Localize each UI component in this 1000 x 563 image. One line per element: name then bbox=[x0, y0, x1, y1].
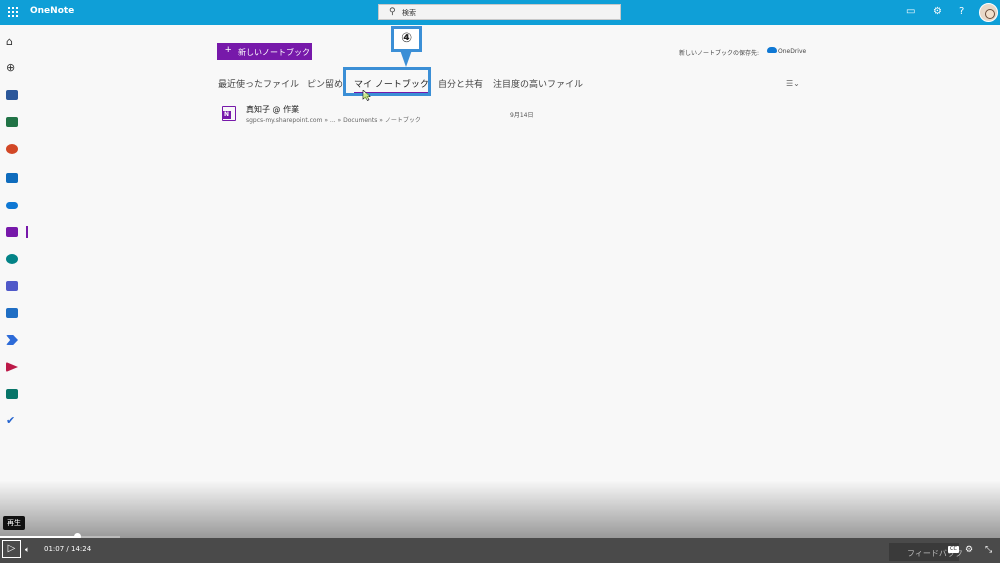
app-launcher-icon[interactable] bbox=[8, 7, 18, 17]
onenote-notebook-icon: N bbox=[222, 106, 236, 121]
sort-filter-icon[interactable]: ☰⌄ bbox=[786, 79, 800, 88]
new-notebook-button[interactable]: + 新しいノートブック bbox=[217, 43, 312, 60]
powerpoint-icon[interactable] bbox=[6, 144, 18, 154]
fullscreen-exit-icon[interactable]: ⤡ bbox=[985, 545, 992, 555]
volume-icon[interactable]: 🔈︎ bbox=[25, 545, 30, 555]
active-app-indicator bbox=[26, 226, 28, 238]
notebook-title[interactable]: 真知子 @ 作業 bbox=[246, 104, 299, 115]
notebook-row[interactable]: N 真知子 @ 作業 sgpcs-my.sharepoint.com » ...… bbox=[222, 103, 542, 125]
callout-step-number: ④ bbox=[391, 26, 422, 52]
power-automate-icon[interactable] bbox=[6, 335, 18, 345]
top-bar: OneNote ⚲ 検索 ▭ ⚙ ? bbox=[0, 0, 1000, 25]
save-location-link[interactable]: OneDrive bbox=[778, 48, 806, 55]
app-rail: ⌂ ⊕ ✔ bbox=[0, 25, 24, 537]
captions-button[interactable]: CC bbox=[948, 546, 959, 553]
create-icon[interactable]: ⊕ bbox=[6, 62, 15, 73]
tab-recent[interactable]: 最近使ったファイル bbox=[218, 77, 299, 90]
tab-pinned[interactable]: ピン留め bbox=[307, 77, 343, 90]
search-placeholder: 検索 bbox=[402, 9, 416, 17]
notebook-date: 9月14日 bbox=[510, 112, 534, 119]
callout-highlight-box bbox=[343, 67, 431, 96]
excel-icon[interactable] bbox=[6, 117, 18, 127]
search-input[interactable]: ⚲ 検索 bbox=[378, 4, 621, 20]
feedback-icon[interactable]: ▭ bbox=[906, 7, 915, 17]
onedrive-cloud-icon bbox=[767, 47, 777, 53]
player-settings-icon[interactable]: ⚙ bbox=[965, 545, 973, 555]
plus-icon: + bbox=[225, 44, 232, 56]
total-time: 14:24 bbox=[71, 545, 92, 553]
time-separator: / bbox=[66, 545, 69, 553]
current-time: 01:07 bbox=[44, 545, 65, 553]
stream-icon[interactable] bbox=[6, 362, 18, 372]
tab-trending[interactable]: 注目度の高いファイル bbox=[493, 77, 583, 90]
play-button[interactable]: ▷ bbox=[2, 540, 21, 558]
settings-icon[interactable]: ⚙ bbox=[933, 7, 942, 17]
onedrive-icon[interactable] bbox=[6, 202, 18, 209]
word-icon[interactable] bbox=[6, 90, 18, 100]
teams-icon[interactable] bbox=[6, 281, 18, 291]
search-icon: ⚲ bbox=[389, 7, 396, 17]
mouse-cursor-icon bbox=[362, 90, 371, 101]
onenote-icon[interactable] bbox=[6, 227, 18, 237]
forms-icon[interactable] bbox=[6, 389, 18, 399]
app-name[interactable]: OneNote bbox=[30, 6, 74, 16]
sway-icon[interactable] bbox=[6, 308, 18, 318]
todo-icon[interactable]: ✔ bbox=[6, 415, 15, 426]
callout-tail bbox=[400, 50, 412, 67]
avatar[interactable] bbox=[979, 3, 998, 22]
player-controls bbox=[0, 538, 1000, 563]
time-display: 01:07 / 14:24 bbox=[44, 545, 91, 553]
help-icon[interactable]: ? bbox=[959, 7, 964, 17]
home-icon[interactable]: ⌂ bbox=[6, 36, 13, 47]
save-location-label: 新しいノートブックの保存先: bbox=[679, 50, 760, 57]
sharepoint-icon[interactable] bbox=[6, 254, 18, 264]
outlook-icon[interactable] bbox=[6, 173, 18, 183]
notebook-path: sgpcs-my.sharepoint.com » ... » Document… bbox=[246, 117, 421, 124]
play-tooltip: 再生 bbox=[3, 516, 25, 530]
tab-shared-with-me[interactable]: 自分と共有 bbox=[438, 77, 483, 90]
